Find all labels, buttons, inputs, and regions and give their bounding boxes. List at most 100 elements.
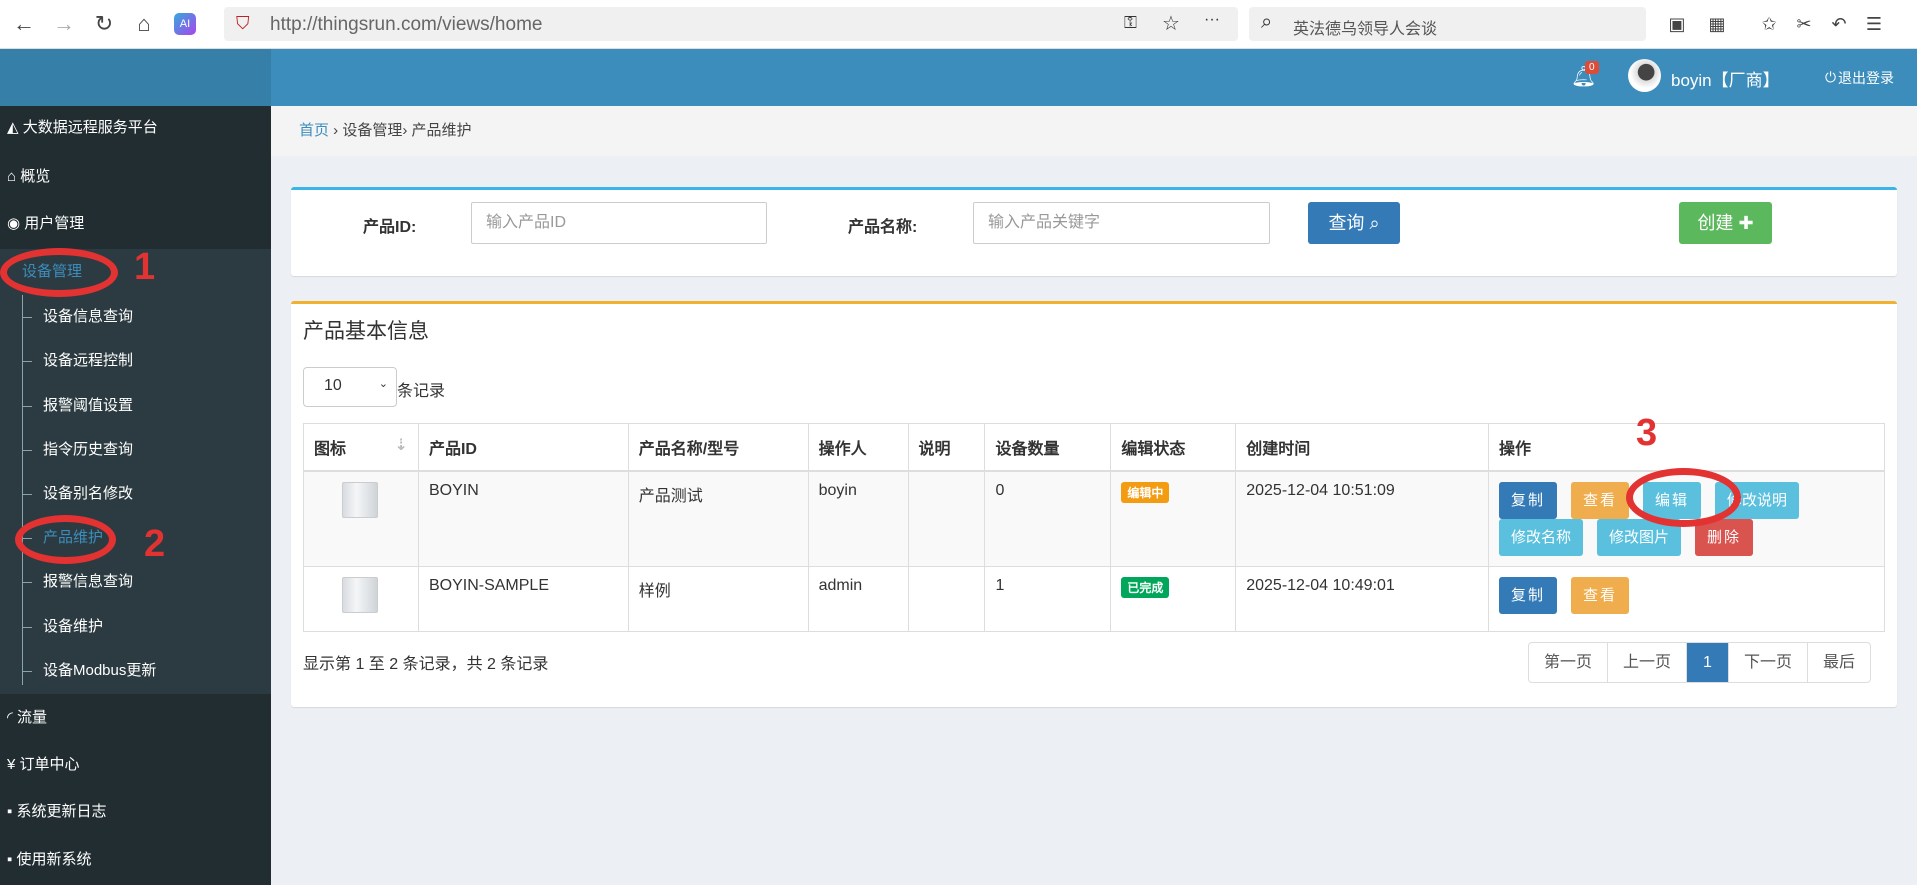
product-name: 样例 [627,566,809,632]
menu-icon[interactable]: ☰ [1860,10,1888,38]
create-button[interactable]: 创建 ✚ [1679,202,1772,244]
sidebar-sub-alarm-info[interactable]: 报警信息查询 [0,560,271,604]
sidebar-item-new-system[interactable]: ▪ 使用新系统 [0,838,271,882]
pagination: 第一页 上一页 1 下一页 最后 [1528,642,1871,683]
sort-icon[interactable]: ⇣ [395,435,408,455]
edit-name-button[interactable]: 修改名称 [1499,518,1584,556]
table-title: 产品基本信息 [303,320,429,343]
back-icon[interactable]: ← [10,10,38,38]
sidebar-sub-remote-control[interactable]: 设备远程控制 [0,339,271,383]
sidebar-sub-device-maintenance[interactable]: 设备维护 [0,605,271,649]
product-id: BOYIN-SAMPLE [417,566,629,632]
product-id-input[interactable]: 输入产品ID [471,202,767,244]
copy-button[interactable]: 复制 [1499,481,1558,519]
annotation-circle [0,248,118,297]
label: 系统更新日志 [16,803,107,820]
undo-icon[interactable]: ↶ [1825,10,1853,38]
note-icon: ▪ [7,851,17,868]
more-icon[interactable]: ··· [1204,11,1220,29]
sidebar-item-orders[interactable]: ¥ 订单中心 [0,743,271,787]
insecure-shield-icon: ⛉ [236,13,250,33]
browser-toolbar: ← → ↻ ⌂ AI ⛉ http://thingsrun.com/views/… [0,0,1917,49]
sidebar-item-traffic[interactable]: ◜ 流量 [0,696,271,740]
last-page-button[interactable]: 最后 [1808,643,1870,682]
chevron-down-icon: ⌄ [378,378,388,390]
product-image [342,481,378,518]
label: 流量 [16,709,47,726]
query-button[interactable]: 查询 ⌕ [1308,202,1400,244]
sidebar-sub-device-alias[interactable]: 设备别名修改 [0,472,271,516]
sidebar-sub-command-history[interactable]: 指令历史查询 [0,428,271,472]
description [907,470,986,567]
user-name[interactable]: boyin【厂商】 [1671,66,1780,91]
view-button[interactable]: 查看 [1571,577,1630,614]
logout-link[interactable]: 退出登录 [1838,68,1894,88]
key-icon[interactable]: ⚿ [1124,13,1137,33]
star-icon[interactable]: ☆ [1162,11,1180,36]
url-text: http://thingsrun.com/views/home [270,14,543,35]
label: 查询 [1328,213,1365,233]
col-desc[interactable]: 说明 [907,423,986,472]
annotation-number: 2 [144,523,166,565]
user-circle-icon: ◉ [7,215,25,232]
scissors-icon[interactable]: ✂ [1790,10,1818,38]
sidebar-sub-device-info[interactable]: 设备信息查询 [0,295,271,339]
favorites-icon[interactable]: ✩ [1755,10,1783,38]
next-page-button[interactable]: 下一页 [1729,643,1808,682]
label: 订单中心 [19,756,80,773]
label: 创建 [1697,213,1734,233]
label: 使用新系统 [16,851,92,868]
col-operator[interactable]: 操作人 [807,423,909,472]
browser-search-text: 英法德乌领导人会谈 [1293,21,1438,38]
col-status[interactable]: 编辑状态 [1110,423,1237,472]
apps-grid-icon[interactable]: ▦ [1703,10,1731,38]
breadcrumb-item: 设备管理 [342,122,403,139]
status-badge: 已完成 [1121,577,1170,598]
annotation-circle [1626,468,1741,527]
yen-icon: ¥ [7,756,20,773]
annotation-number: 3 [1636,412,1658,454]
breadcrumb-home[interactable]: 首页 [299,122,329,139]
copy-button[interactable]: 复制 [1499,577,1558,614]
reload-icon[interactable]: ↻ [90,10,118,38]
col-product-name[interactable]: 产品名称/型号 [627,423,809,472]
view-button[interactable]: 查看 [1571,481,1630,519]
notification-badge: 0 [1585,61,1599,74]
sidebar-item-overview[interactable]: ⌂ 概览 [0,155,271,199]
product-name: 产品测试 [627,470,809,567]
sidebar-sub-modbus-update[interactable]: 设备Modbus更新 [0,649,271,693]
rss-icon: ◜ [7,709,17,726]
sidebar-item-users[interactable]: ◉ 用户管理 [0,202,271,246]
home-icon[interactable]: ⌂ [130,10,158,38]
first-page-button[interactable]: 第一页 [1529,643,1609,682]
forward-icon[interactable]: → [50,10,78,38]
logo-area [0,49,271,106]
sidebar-sub-alarm-threshold[interactable]: 报警阈值设置 [0,384,271,428]
operator: admin [807,566,909,632]
status-badge: 编辑中 [1121,481,1170,503]
brand-label: 大数据远程服务平台 [22,119,158,136]
avatar[interactable] [1628,59,1661,92]
sidebar-item-changelog[interactable]: ▪ 系统更新日志 [0,790,271,834]
created-time: 2025-12-04 10:51:09 [1235,470,1489,567]
label: 概览 [20,168,51,185]
page-1-button[interactable]: 1 [1687,643,1729,682]
col-count[interactable]: 设备数量 [984,423,1112,472]
device-count: 1 [984,566,1112,632]
browser-search[interactable]: ⌕ 英法德乌领导人会谈 [1249,7,1646,41]
reader-icon[interactable]: ▣ [1663,10,1691,38]
app-header: 🔔︎ 0 boyin【厂商】 ⏻ 退出登录 [271,49,1917,106]
address-bar[interactable]: ⛉ http://thingsrun.com/views/home ⚿ ☆ ··… [224,7,1238,41]
col-product-id[interactable]: 产品ID [417,423,629,472]
product-name-input[interactable]: 输入产品关键字 [973,202,1270,244]
ai-icon[interactable]: AI [174,13,196,35]
col-icon[interactable]: 图标 ⇣ [303,423,419,472]
home-icon: ⌂ [7,168,21,185]
prev-page-button[interactable]: 上一页 [1608,643,1688,682]
page-size-select[interactable]: 10 ⌄ [303,367,397,407]
plus-icon: ✚ [1738,213,1754,233]
note-icon: ▪ [7,803,17,820]
product-name-label: 产品名称: [848,219,918,236]
table-info: 显示第 1 至 2 条记录，共 2 条记录 [303,656,549,673]
col-created[interactable]: 创建时间 [1235,423,1489,472]
